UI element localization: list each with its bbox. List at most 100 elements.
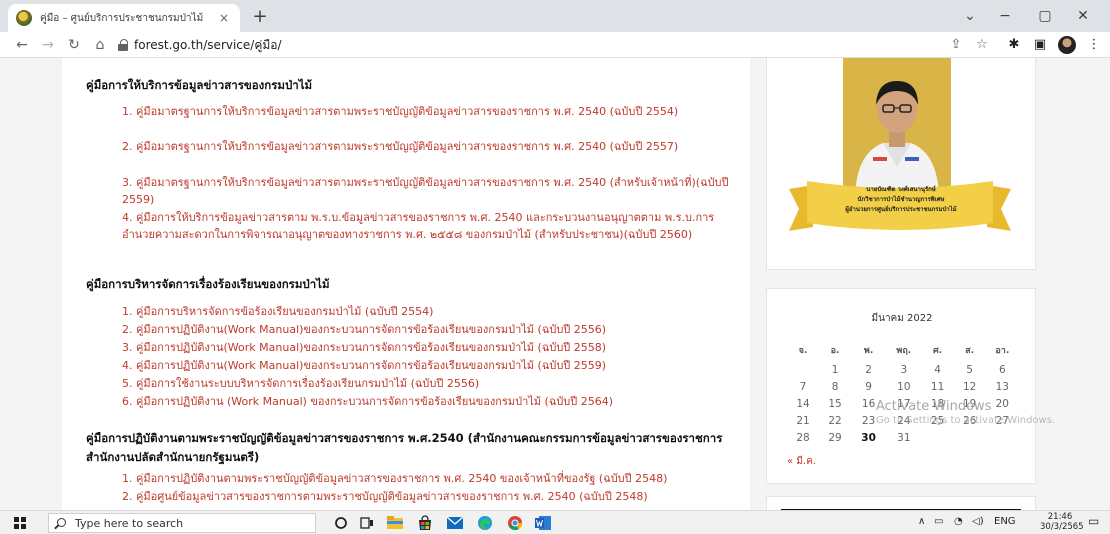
weekday-header: ศ. xyxy=(933,346,943,356)
director-role: ผู้อำนวยการศูนย์บริการประชาชนกรมป่าไม้ xyxy=(845,206,957,213)
calendar-day: 3 xyxy=(900,363,908,376)
calendar-day: 29 xyxy=(828,431,842,444)
bookmark-star-icon[interactable]: ☆ xyxy=(972,36,992,54)
clock-date: 30/3/2565 xyxy=(1040,522,1084,532)
home-button[interactable]: ⌂ xyxy=(90,35,110,55)
calendar-day: 30 xyxy=(861,431,876,444)
lock-icon[interactable] xyxy=(118,39,128,51)
calendar-day xyxy=(954,429,986,446)
taskbar-search-box[interactable]: Type here to search xyxy=(48,513,316,533)
section-title-information-service: คู่มือการให้บริการข้อมูลข่าวสารของกรมป่า… xyxy=(86,78,313,92)
manual-link[interactable]: 3. คู่มือมาตรฐานการให้บริการข้อมูลข่าวสา… xyxy=(122,174,732,208)
task-view-icon[interactable] xyxy=(358,514,376,532)
back-button[interactable]: ← xyxy=(12,35,32,55)
browser-toolbar: ← → ↻ ⌂ forest.go.th/service/คู่มือ/ ⇪ ☆… xyxy=(0,32,1110,58)
reload-button[interactable]: ↻ xyxy=(64,35,84,55)
file-explorer-icon[interactable] xyxy=(386,514,404,532)
director-position: นักวิชาการป่าไม้ชำนาญการพิเศษ xyxy=(857,196,945,203)
calendar-week-row: 1 2 3 4 5 6 xyxy=(787,361,1019,378)
edge-browser-icon[interactable] xyxy=(476,514,494,532)
browser-tab[interactable]: คู่มือ – ศูนย์บริการประชาชนกรมป่าไม้ × xyxy=(8,4,240,32)
new-tab-button[interactable]: + xyxy=(248,6,272,28)
tab-title: คู่มือ – ศูนย์บริการประชาชนกรมป่าไม้ xyxy=(40,12,204,24)
volume-icon[interactable]: ◁) xyxy=(972,516,984,527)
cortana-icon[interactable] xyxy=(332,514,350,532)
calendar-previous-month-link[interactable]: « มี.ค. xyxy=(787,454,816,469)
calendar-table: จ. อ. พ. พฤ. ศ. ส. อา. 1 2 3 4 5 6 7 8 9 10 11 12 13… xyxy=(787,339,1019,446)
manual-link[interactable]: 2. คู่มือศูนย์ข้อมูลข่าวสารของราชการตามพ… xyxy=(122,488,732,505)
calendar-day: 5 xyxy=(966,363,973,376)
taskbar-search-placeholder: Type here to search xyxy=(75,517,184,530)
weekday-header: ส. xyxy=(965,346,975,356)
calendar-day: 12 xyxy=(962,380,977,393)
calendar-day: 8 xyxy=(831,380,839,393)
calendar-day: 15 xyxy=(828,397,842,410)
section-title-complaint-management: คู่มือการบริหารจัดการเรื่องร้องเรียนของก… xyxy=(86,277,330,291)
extensions-puzzle-icon[interactable]: ✱ xyxy=(1004,36,1024,54)
calendar-day: 7 xyxy=(799,380,807,393)
manual-link[interactable]: 2. คู่มือการปฏิบัติงาน(Work Manual)ของกร… xyxy=(122,321,732,338)
manual-link[interactable]: 5. คู่มือการใช้งานระบบบริหารจัดการเรื่อง… xyxy=(122,375,732,392)
tab-close-icon[interactable]: × xyxy=(216,11,232,25)
profile-avatar[interactable] xyxy=(1058,36,1076,54)
calendar-day: 22 xyxy=(828,414,842,427)
sidebar-widget xyxy=(766,496,1036,510)
manual-link[interactable]: 1. คู่มือมาตรฐานการให้บริการข้อมูลข่าวสา… xyxy=(122,103,732,120)
tab-search-chevron-icon[interactable]: ⌄ xyxy=(955,6,985,26)
calendar-week-row: 28 29 30 31 xyxy=(787,429,1019,446)
windows-start-icon[interactable] xyxy=(14,517,26,529)
calendar-day: 21 xyxy=(796,414,810,427)
microsoft-word-icon[interactable] xyxy=(534,514,552,532)
manual-list-card: คู่มือการให้บริการข้อมูลข่าวสารของกรมป่า… xyxy=(62,58,750,510)
weekday-header: อา. xyxy=(995,346,1010,356)
director-photo xyxy=(843,58,951,195)
show-hidden-icons-chevron-icon[interactable]: ∧ xyxy=(918,516,925,527)
manual-link[interactable]: 4. คู่มือการให้บริการข้อมูลข่าวสารตาม พ.… xyxy=(122,209,732,243)
weekday-header: อ. xyxy=(830,346,840,356)
calendar-day xyxy=(787,361,819,378)
calendar-day: 9 xyxy=(865,380,872,393)
manual-link[interactable]: 2. คู่มือมาตรฐานการให้บริการข้อมูลข่าวสา… xyxy=(122,138,732,155)
address-bar[interactable]: forest.go.th/service/คู่มือ/ xyxy=(134,37,282,53)
microsoft-store-icon[interactable] xyxy=(416,514,434,532)
calendar-week-row: 7 8 9 10 11 12 13 xyxy=(787,378,1019,395)
calendar-day: 6 xyxy=(998,363,1006,376)
notification-center-icon[interactable]: ▭ xyxy=(1088,514,1099,528)
close-window-button[interactable]: ✕ xyxy=(1068,6,1098,26)
calendar-widget: มีนาคม 2022 จ. อ. พ. พฤ. ศ. ส. อา. 12345… xyxy=(766,288,1036,484)
weekday-header: จ. xyxy=(798,346,808,356)
calendar-day: 14 xyxy=(796,397,810,410)
forward-button[interactable]: → xyxy=(38,35,58,55)
manual-link[interactable]: 1. คู่มือการปฏิบัติงานตามพระราชบัญญัติข้… xyxy=(122,470,732,487)
manual-link[interactable]: 3. คู่มือการปฏิบัติงาน(Work Manual)ของกร… xyxy=(122,339,732,356)
minimize-button[interactable]: − xyxy=(990,6,1020,26)
taskbar-clock[interactable]: 21:46 30/3/2565 xyxy=(1040,512,1084,532)
wifi-icon[interactable]: ◔ xyxy=(954,516,963,527)
browser-menu-icon[interactable]: ⋮ xyxy=(1084,36,1104,54)
calendar-caption: มีนาคม 2022 xyxy=(871,313,933,324)
battery-icon[interactable]: ▭ xyxy=(934,516,943,527)
maximize-button[interactable]: ▢ xyxy=(1030,6,1060,26)
share-icon[interactable]: ⇪ xyxy=(946,36,966,54)
calendar-day xyxy=(922,429,954,446)
manual-link[interactable]: 1. คู่มือการบริหารจัดการข้อร้องเรียนของก… xyxy=(122,303,732,320)
director-caption: นายบัณฑิต วงศ์เสนานุรักษ์ นักวิชาการป่าไ… xyxy=(813,185,989,215)
manual-link[interactable]: 4. คู่มือการปฏิบัติงาน(Work Manual)ของกร… xyxy=(122,357,732,374)
calendar-weekday-row: จ. อ. พ. พฤ. ศ. ส. อา. xyxy=(787,339,1019,361)
calendar-day: 10 xyxy=(897,380,911,393)
calendar-day: 11 xyxy=(930,380,945,393)
calendar-day xyxy=(986,429,1019,446)
page-viewport: คู่มือการให้บริการข้อมูลข่าวสารของกรมป่า… xyxy=(0,58,1110,510)
director-portrait-image xyxy=(843,58,951,195)
activate-windows-hint: Go to Settings to activate Windows. xyxy=(876,415,1056,426)
windows-taskbar: Type here to search ∧ ▭ ◔ ◁) ENG 21:46 3… xyxy=(0,510,1110,534)
calendar-day: 1 xyxy=(831,363,839,376)
input-language-indicator[interactable]: ENG xyxy=(994,516,1016,527)
search-icon xyxy=(57,518,66,527)
side-panel-icon[interactable]: ▣ xyxy=(1030,36,1050,54)
director-photo-card: นายบัณฑิต วงศ์เสนานุรักษ์ นักวิชาการป่าไ… xyxy=(766,58,1036,270)
manual-link[interactable]: 6. คู่มือการปฏิบัติงาน (Work Manual) ของ… xyxy=(122,393,732,410)
mail-icon[interactable] xyxy=(446,514,464,532)
forest-department-favicon-icon xyxy=(16,10,32,26)
chrome-browser-icon[interactable] xyxy=(506,514,524,532)
